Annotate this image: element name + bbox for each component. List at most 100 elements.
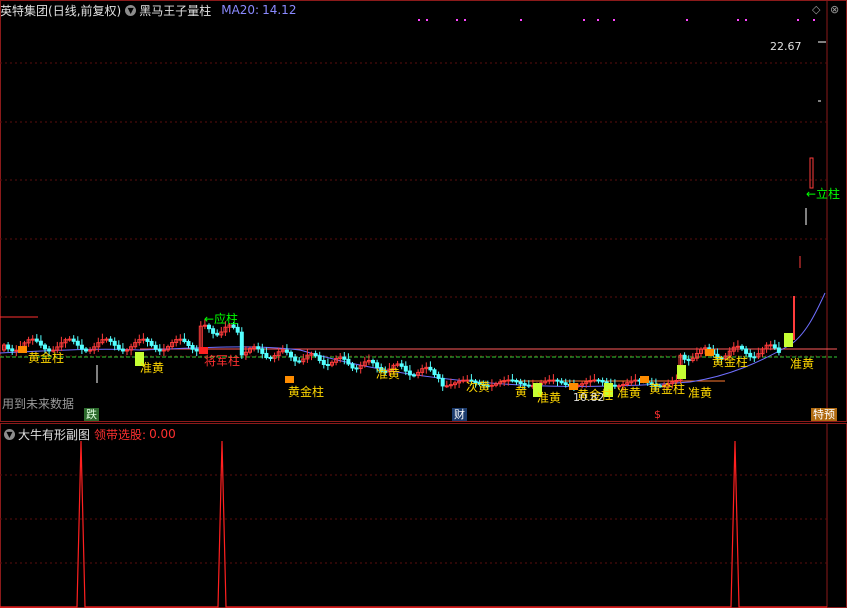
annotation-label: 黄 bbox=[515, 385, 527, 399]
candle-body bbox=[108, 338, 113, 342]
candle-body bbox=[104, 338, 109, 341]
candle-body bbox=[145, 338, 150, 342]
main-price-chart[interactable]: 黄金柱准黄←应柱将军柱黄金柱准黄次黄黄准黄 黄金柱 准黄 黄金柱 准黄黄金柱 准黄←立柱 bbox=[0, 0, 847, 423]
annotation-label: 黄金柱 bbox=[288, 384, 324, 399]
signal-dot bbox=[418, 19, 420, 21]
candle-body bbox=[157, 348, 162, 352]
candle-body bbox=[34, 338, 39, 342]
signal-dot bbox=[426, 19, 428, 21]
candle-body bbox=[592, 379, 597, 382]
candle-body bbox=[178, 338, 183, 341]
sub-indicator-chart[interactable] bbox=[0, 423, 847, 608]
marker-dollar[interactable]: $ bbox=[652, 408, 663, 421]
candle-body bbox=[75, 340, 80, 346]
candle-body bbox=[510, 379, 515, 382]
signal-block bbox=[18, 346, 27, 353]
signal-block bbox=[199, 347, 208, 354]
candle-body bbox=[526, 384, 531, 387]
candle-body bbox=[440, 377, 445, 387]
signal-dot bbox=[520, 19, 522, 21]
annotation-label: 准黄 bbox=[617, 386, 641, 400]
candle-body bbox=[293, 356, 298, 362]
top-signal-dots bbox=[418, 19, 815, 21]
candle-body bbox=[403, 365, 408, 372]
candle-body bbox=[79, 344, 84, 350]
candle-body bbox=[88, 349, 93, 352]
candle-body bbox=[686, 358, 691, 362]
candle-body bbox=[444, 385, 449, 388]
signal-block bbox=[784, 333, 793, 347]
candle-body bbox=[600, 380, 605, 383]
candle-body bbox=[371, 359, 375, 364]
candle-body bbox=[321, 359, 326, 365]
sub-grid bbox=[0, 423, 847, 608]
candle-body bbox=[186, 341, 191, 347]
marker-cai[interactable]: 财 bbox=[452, 408, 467, 421]
candle-body bbox=[268, 357, 273, 360]
candle-body bbox=[350, 363, 355, 369]
candle-body bbox=[84, 348, 88, 352]
candle-body bbox=[149, 340, 154, 346]
candle-body bbox=[120, 348, 125, 352]
signal-block bbox=[677, 365, 686, 379]
candle-body bbox=[125, 349, 129, 352]
candle-body bbox=[215, 332, 220, 336]
candle-body bbox=[596, 379, 601, 382]
candle-body bbox=[744, 348, 749, 354]
candle-body bbox=[740, 345, 744, 350]
marker-teyu[interactable]: 特预 bbox=[811, 408, 837, 421]
annotation-label: ←立柱 bbox=[806, 186, 840, 201]
signal-dot bbox=[597, 19, 599, 21]
signal-dot bbox=[745, 19, 747, 21]
indicator-line bbox=[0, 440, 827, 608]
annotation-label: 黄金柱 bbox=[712, 354, 748, 369]
annotation-label: 黄金柱 bbox=[28, 350, 64, 365]
candle-body bbox=[752, 356, 757, 359]
candle-body bbox=[30, 338, 35, 341]
candle-body bbox=[317, 355, 322, 361]
candle-body bbox=[399, 363, 404, 367]
candle-body bbox=[436, 374, 441, 379]
price-low-label: 10.82 bbox=[573, 391, 605, 404]
candle-body bbox=[555, 379, 560, 382]
candle-body bbox=[432, 369, 437, 376]
signal-block bbox=[640, 376, 649, 383]
candle-body bbox=[428, 366, 433, 371]
annotation-label: 次黄 bbox=[466, 380, 490, 394]
candle-body bbox=[256, 346, 261, 350]
candle-body bbox=[153, 344, 158, 350]
candle-body bbox=[14, 349, 19, 352]
candle-body bbox=[6, 344, 11, 350]
candle-body bbox=[772, 344, 777, 349]
annotation-label: 准黄 bbox=[688, 386, 712, 400]
signal-dot bbox=[464, 19, 466, 21]
candle-body bbox=[776, 347, 781, 353]
rally-bar-high bbox=[809, 157, 814, 189]
candle-body bbox=[67, 338, 72, 341]
candle-body bbox=[284, 349, 289, 353]
signal-dot bbox=[686, 19, 688, 21]
ma-line bbox=[0, 292, 826, 387]
marker-die[interactable]: 跌 bbox=[84, 408, 99, 421]
candle-body bbox=[260, 348, 265, 354]
candle-body bbox=[506, 379, 511, 382]
annotation-label: 将军柱 bbox=[204, 353, 240, 368]
candle-body bbox=[748, 352, 753, 358]
candle-body bbox=[682, 354, 687, 360]
candle-body bbox=[612, 384, 617, 387]
candle-body bbox=[735, 345, 740, 348]
candle-body bbox=[551, 379, 556, 382]
annotation-label: 准黄 bbox=[140, 361, 164, 375]
annotation-label: ←应柱 bbox=[204, 311, 238, 326]
candle-body bbox=[407, 370, 412, 376]
candle-body bbox=[563, 382, 568, 385]
candle-body bbox=[38, 340, 43, 346]
candle-body bbox=[112, 340, 117, 346]
candle-body bbox=[71, 338, 76, 342]
annotation-label: 准黄 bbox=[790, 357, 814, 371]
indicator-spikes bbox=[0, 440, 827, 608]
signal-dot bbox=[613, 19, 615, 21]
candle-body bbox=[235, 326, 240, 333]
candle-body bbox=[239, 331, 244, 356]
candle-body bbox=[264, 352, 269, 359]
